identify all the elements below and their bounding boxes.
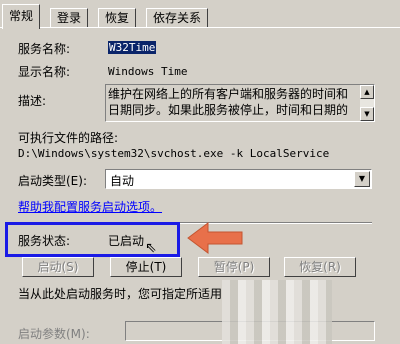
chevron-down-icon[interactable]: ▼ [354, 171, 370, 187]
left-arrow-icon [187, 222, 243, 254]
resume-button[interactable]: 恢复(R) [284, 257, 356, 277]
help-configure-link[interactable]: 帮助我配置服务启动选项。 [18, 198, 162, 215]
pause-button[interactable]: 暂停(P) [198, 257, 270, 277]
startup-type-select[interactable]: 自动 ▼ [105, 169, 372, 189]
display-name-value[interactable]: Windows Time [108, 65, 187, 78]
start-params-label: 启动参数(M): [18, 327, 90, 341]
exec-path-label: 可执行文件的路径: [18, 131, 119, 145]
description-scrollbar[interactable]: ▲ ▼ [360, 85, 374, 121]
start-params-hint: 当从此处启动服务时，您可指定所适用 [18, 287, 223, 301]
blurred-region [222, 280, 332, 344]
display-name-label: 显示名称: [18, 65, 71, 79]
description-text: 维护在网络上的所有客户端和服务器的时间和日期同步。如果此服务被停止，时间和日期的 [108, 87, 349, 117]
stop-button[interactable]: 停止(T) [110, 257, 182, 277]
description-box[interactable]: 维护在网络上的所有客户端和服务器的时间和日期同步。如果此服务被停止，时间和日期的… [105, 84, 375, 122]
tab-recovery[interactable]: 恢复 [98, 8, 137, 28]
startup-type-value: 自动 [110, 174, 135, 188]
tab-general[interactable]: 常规 [2, 4, 41, 29]
service-name-value[interactable]: W32Time [108, 41, 157, 54]
service-name-label: 服务名称: [18, 42, 71, 56]
exec-path-value: D:\Windows\system32\svchost.exe -k Local… [18, 147, 330, 160]
startup-type-label: 启动类型(E): [18, 174, 87, 188]
description-label: 描述: [18, 94, 47, 108]
scroll-up-icon[interactable]: ▲ [360, 85, 374, 99]
service-status-label: 服务状态: [18, 234, 71, 248]
mouse-cursor-icon: ⇖ [145, 240, 157, 256]
service-status-value: 已启动 [108, 234, 145, 248]
tab-logon[interactable]: 登录 [50, 8, 89, 28]
start-button[interactable]: 启动(S) [22, 257, 94, 277]
tab-dependencies[interactable]: 依存关系 [146, 8, 209, 28]
tab-strip: 常规 登录 恢复 依存关系 [0, 4, 400, 29]
scroll-down-icon[interactable]: ▼ [360, 107, 374, 121]
